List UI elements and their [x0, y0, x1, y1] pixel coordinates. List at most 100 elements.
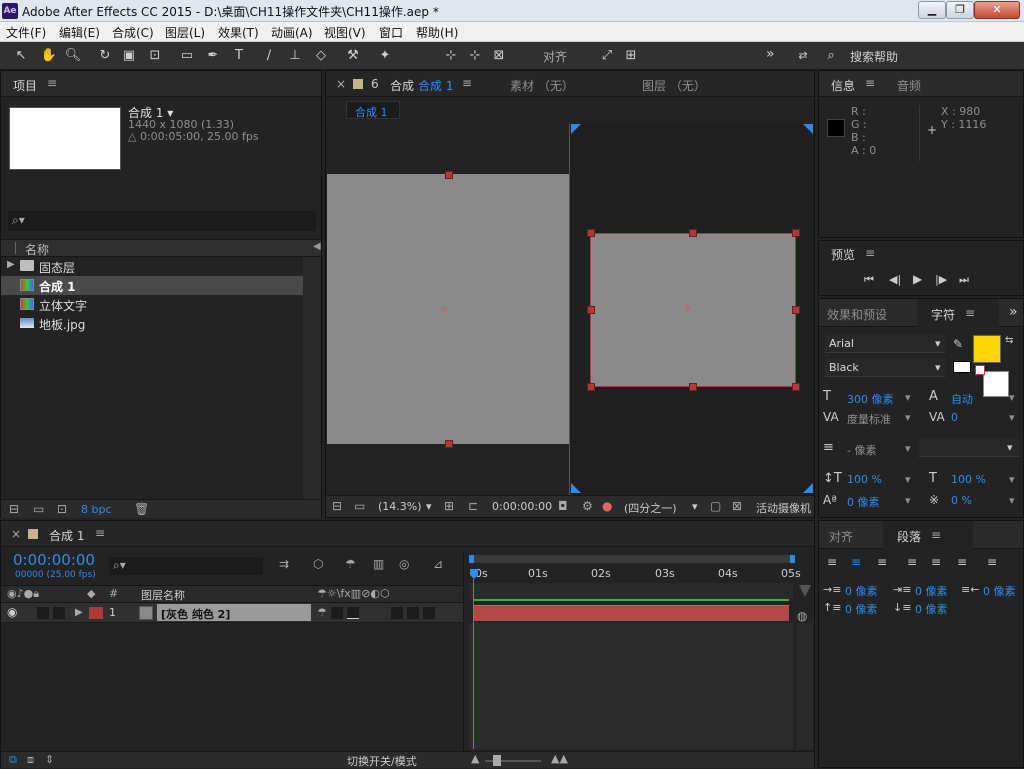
menu-help[interactable]: 帮助(H): [416, 24, 458, 41]
color-channel-icon[interactable]: ●: [602, 499, 612, 513]
lock-icon[interactable]: 6: [371, 77, 379, 91]
region-of-interest-icon[interactable]: ▢: [710, 499, 721, 513]
comp-button-icon[interactable]: ◍: [797, 609, 807, 623]
chevron-down-icon[interactable]: ▾: [905, 473, 911, 486]
align-tab[interactable]: 对齐: [829, 528, 853, 545]
layer-tab[interactable]: 图层 （无）: [642, 77, 706, 94]
project-menu-icon[interactable]: ≡: [47, 76, 57, 90]
selection-tool-icon[interactable]: ↖: [12, 47, 30, 65]
shy-layers-icon[interactable]: ☂: [345, 557, 356, 571]
current-time-display[interactable]: 0:00:00:00: [492, 500, 552, 513]
play-icon[interactable]: ▶: [913, 272, 922, 286]
expand-arrow-icon[interactable]: ▶: [7, 259, 15, 270]
layer-name-field[interactable]: [灰色 纯色 2]: [157, 604, 311, 621]
font-family-dropdown[interactable]: Arial ▾: [825, 335, 945, 353]
motion-blur-switch[interactable]: [407, 607, 419, 619]
transform-handle[interactable]: [445, 440, 453, 448]
comp-tab-close-icon[interactable]: ×: [336, 77, 346, 91]
solo-switch[interactable]: [37, 607, 49, 619]
transform-handle[interactable]: [587, 383, 595, 391]
list-item[interactable]: 立体文字: [1, 295, 303, 314]
quality-switch-icon[interactable]: [347, 607, 359, 619]
anchor-point-icon[interactable]: ⌖: [683, 299, 692, 319]
switches-icon[interactable]: ☂☼\fx▥⊘◐⬡: [317, 587, 390, 600]
work-area-end-handle[interactable]: [790, 555, 795, 563]
menu-layer[interactable]: 图层(L): [165, 24, 205, 41]
transform-handle[interactable]: [587, 306, 595, 314]
leading-value[interactable]: 自动: [951, 391, 973, 407]
roto-brush-tool-icon[interactable]: ⚒: [344, 47, 362, 65]
paragraph-menu-icon[interactable]: ≡: [931, 528, 941, 542]
preview-title[interactable]: 预览: [831, 246, 855, 263]
character-title[interactable]: 字符: [931, 306, 955, 323]
comp-flowchart-icon[interactable]: ⇉: [279, 557, 289, 571]
vertical-scale-value[interactable]: 100 %: [847, 473, 882, 486]
first-frame-icon[interactable]: ⏮: [864, 273, 874, 287]
eyedropper-icon[interactable]: ✎: [953, 337, 963, 351]
chevron-down-icon[interactable]: ▾: [1009, 391, 1015, 404]
zoom-dropdown[interactable]: (14.3%): [378, 500, 422, 513]
justify-all-icon[interactable]: ≡: [987, 555, 997, 569]
safe-margins-icon[interactable]: ⊞: [444, 499, 454, 513]
project-title[interactable]: 项目: [13, 77, 37, 94]
snapshot-icon[interactable]: ◘: [558, 499, 568, 513]
fill-color-swatch[interactable]: [973, 335, 1001, 363]
project-search-input[interactable]: ⌕▾: [8, 211, 316, 231]
next-frame-icon[interactable]: |▶: [935, 273, 947, 286]
menu-composition[interactable]: 合成(C): [112, 24, 154, 41]
pen-tool-icon[interactable]: ✒: [204, 47, 222, 65]
white-black-swatch[interactable]: [953, 361, 971, 373]
zoom-out-icon[interactable]: ▲: [471, 752, 479, 765]
timeline-vertical-scrollbar[interactable]: [797, 623, 813, 749]
audio-tab[interactable]: 音频: [897, 77, 921, 94]
comp-breadcrumb[interactable]: 合成 1: [346, 101, 400, 119]
eraser-tool-icon[interactable]: ◇: [312, 47, 330, 65]
font-size-value[interactable]: 300 像素: [847, 391, 894, 407]
indent-left-value[interactable]: 0 像素: [845, 583, 878, 599]
axis-world-icon[interactable]: ⊹: [466, 47, 484, 65]
preview-menu-icon[interactable]: ≡: [865, 246, 875, 260]
camera-dropdown[interactable]: 活动摄像机: [756, 500, 812, 516]
chevron-down-icon[interactable]: ▾: [426, 500, 432, 513]
work-area-start-handle[interactable]: [469, 555, 474, 563]
comp-menu-icon[interactable]: ≡: [462, 76, 472, 90]
transform-handle[interactable]: [689, 229, 697, 237]
menu-animation[interactable]: 动画(A): [271, 24, 313, 41]
stroke-color-swatch[interactable]: [983, 371, 1009, 397]
motion-blur-icon[interactable]: ◎: [399, 557, 409, 571]
indent-right-value[interactable]: 0 像素: [983, 583, 1016, 599]
character-menu-icon[interactable]: ≡: [965, 306, 975, 320]
new-folder-icon[interactable]: ▭: [33, 502, 44, 516]
panel-expand-icon[interactable]: »: [1009, 304, 1018, 320]
baseline-shift-value[interactable]: 0 像素: [847, 494, 880, 510]
interpret-footage-icon[interactable]: ⊟: [9, 502, 19, 516]
always-preview-icon[interactable]: ⊟: [332, 499, 342, 513]
draft-3d-icon[interactable]: ⬡: [313, 557, 323, 571]
layer-name-header[interactable]: 图层名称: [141, 587, 185, 603]
transfer-controls-icon[interactable]: ⧈: [27, 753, 34, 767]
timeline-tab-close-icon[interactable]: ×: [11, 527, 21, 541]
gray-solid-layer-right[interactable]: [590, 233, 796, 387]
maximize-button[interactable]: ❐: [946, 1, 974, 19]
transform-handle[interactable]: [445, 171, 453, 179]
toolbar-expand-icon[interactable]: »: [766, 46, 775, 62]
list-item[interactable]: 合成 1: [1, 276, 303, 295]
puppet-pin-tool-icon[interactable]: ✦: [376, 47, 394, 65]
anchor-point-icon[interactable]: ⌖: [439, 300, 448, 320]
clone-stamp-tool-icon[interactable]: ⊥: [286, 47, 304, 65]
rectangle-tool-icon[interactable]: ▭: [178, 47, 196, 65]
chevron-down-icon[interactable]: ▾: [1009, 411, 1015, 424]
chevron-down-icon[interactable]: ▾: [1009, 494, 1015, 507]
chevron-down-icon[interactable]: ▾: [1009, 473, 1015, 486]
font-style-dropdown[interactable]: Black ▾: [825, 359, 945, 377]
comp-tab-label[interactable]: 合成: [390, 77, 414, 94]
frame-blending-icon[interactable]: ▥: [373, 557, 384, 571]
name-column-header[interactable]: 名称: [25, 241, 49, 258]
collapse-switch[interactable]: [331, 607, 343, 619]
timeline-search-input[interactable]: ⌕▾: [109, 557, 263, 575]
tsume-value[interactable]: 0 %: [951, 494, 972, 507]
last-frame-icon[interactable]: ⏭: [959, 273, 969, 287]
graph-editor-icon[interactable]: ⊿: [433, 557, 443, 571]
align-right-icon[interactable]: ≡: [877, 555, 887, 569]
horizontal-scale-value[interactable]: 100 %: [951, 473, 986, 486]
